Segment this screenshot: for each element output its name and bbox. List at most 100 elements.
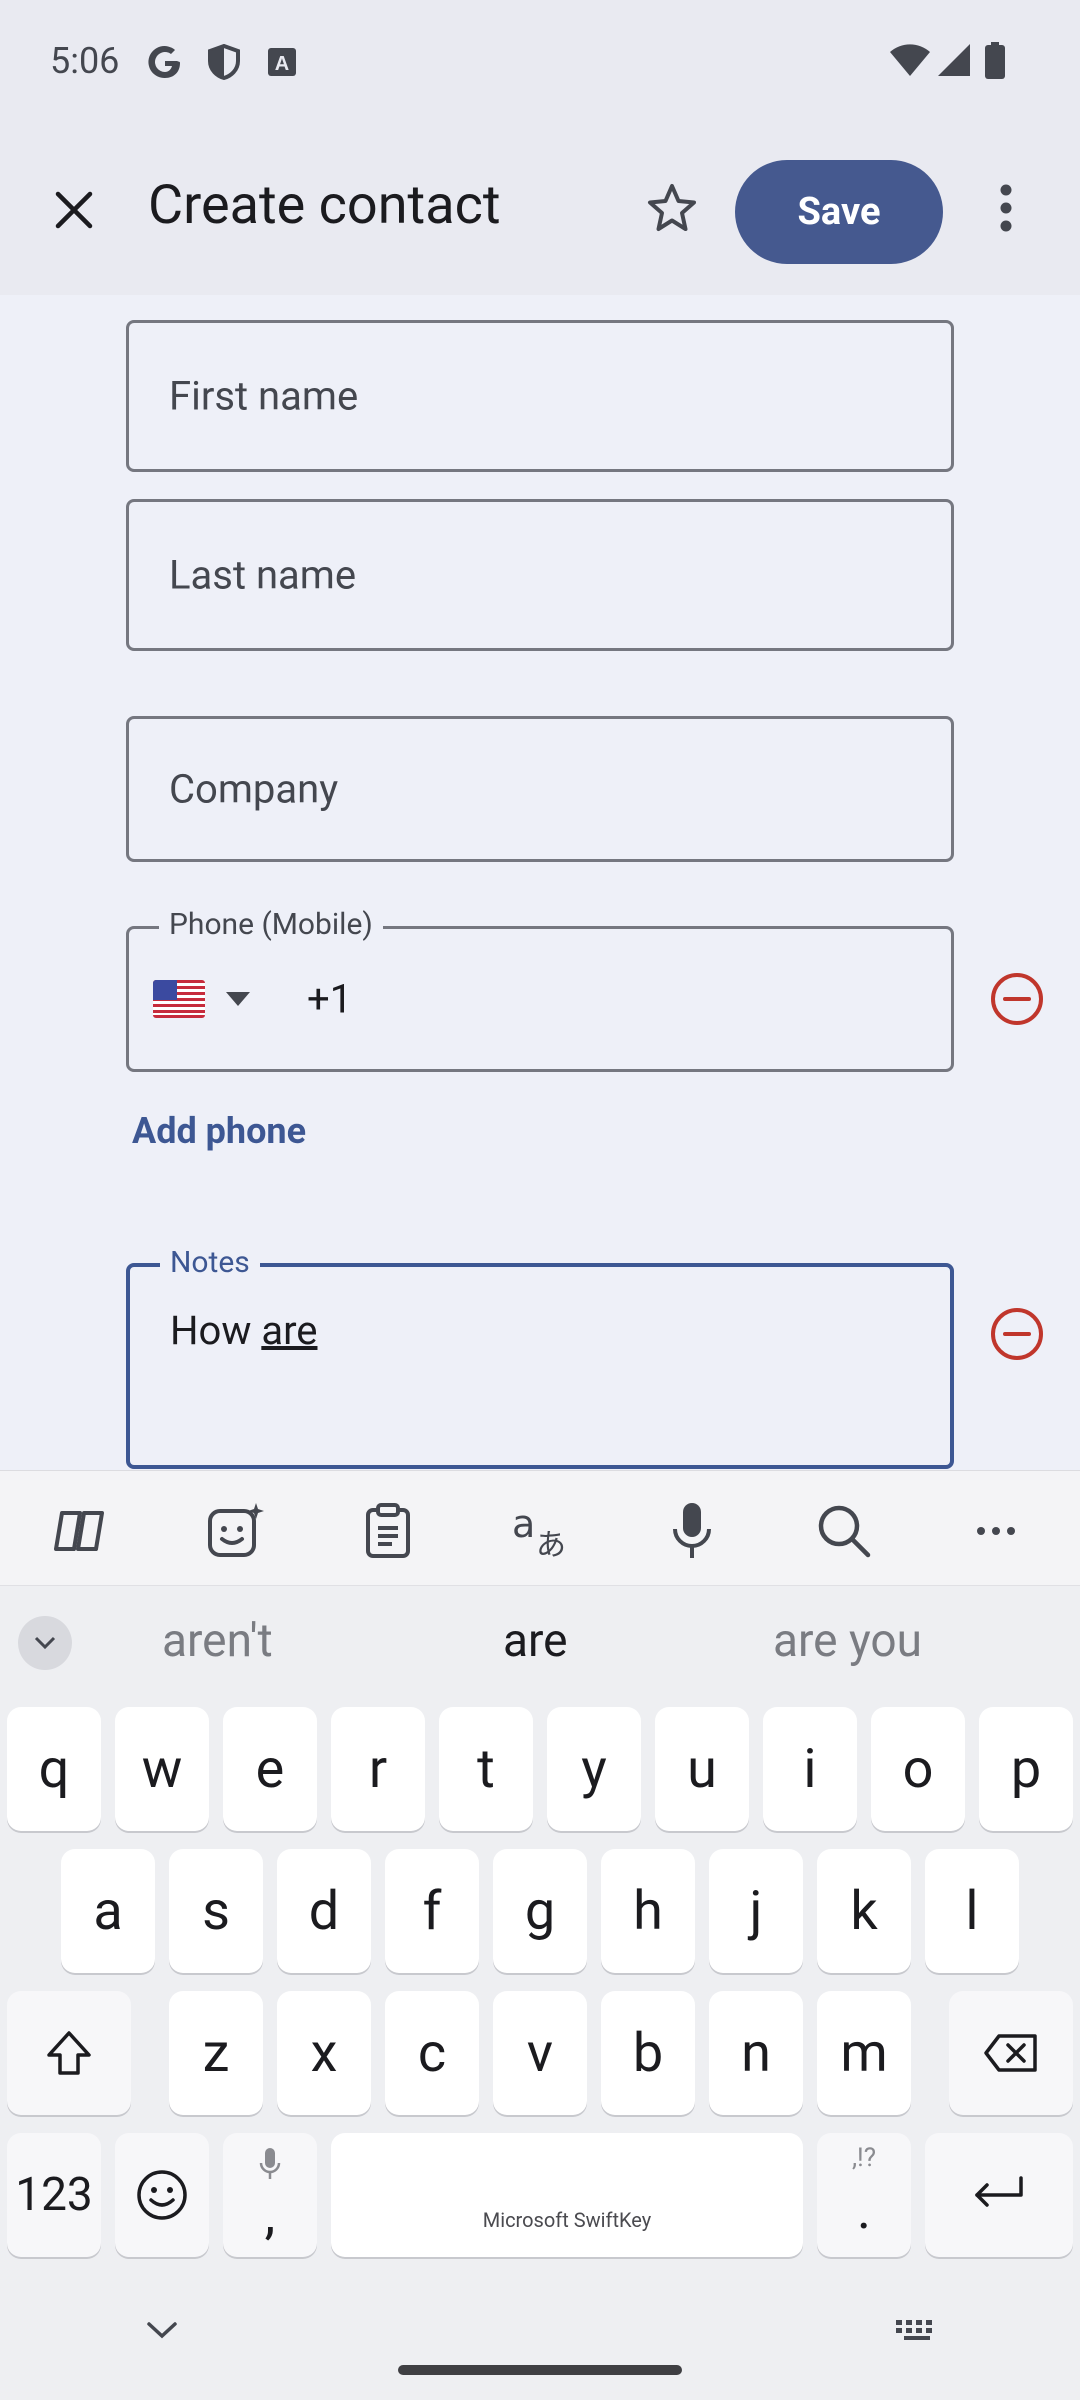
key-c[interactable]: c	[385, 1991, 479, 2115]
first-name-placeholder: First name	[169, 372, 359, 420]
key-d[interactable]: d	[277, 1849, 371, 1973]
key-k[interactable]: k	[817, 1849, 911, 1973]
backspace-icon	[984, 2034, 1037, 2072]
font-a-icon: A	[262, 42, 302, 82]
phone-prefix: +1	[307, 975, 353, 1023]
comma-key[interactable]: ,	[223, 2133, 317, 2257]
key-r[interactable]: r	[331, 1707, 425, 1831]
collapse-suggestions-button[interactable]	[18, 1616, 72, 1670]
company-placeholder: Company	[169, 765, 339, 813]
favorite-button[interactable]	[636, 172, 708, 244]
suggestion-right[interactable]: are you	[773, 1614, 922, 1668]
key-v[interactable]: v	[493, 1991, 587, 2115]
key-q[interactable]: q	[7, 1707, 101, 1831]
keyboard-toolbar: aあ	[0, 1470, 1080, 1585]
suggestion-center[interactable]: are	[503, 1614, 568, 1668]
svg-text:A: A	[275, 53, 289, 75]
space-key[interactable]: Microsoft SwiftKey	[331, 2133, 803, 2257]
notes-field-label: Notes	[160, 1245, 260, 1280]
suggestion-strip: aren't are are you	[0, 1585, 1080, 1705]
period-key[interactable]: ,!? .	[817, 2133, 911, 2257]
us-flag-icon	[153, 980, 205, 1018]
shift-icon	[47, 2031, 91, 2075]
shift-key[interactable]	[7, 1991, 131, 2115]
key-y[interactable]: y	[547, 1707, 641, 1831]
key-z[interactable]: z	[169, 1991, 263, 2115]
gesture-handle[interactable]	[398, 2365, 682, 2375]
notes-field[interactable]: Notes How are	[126, 1245, 954, 1469]
navigation-bar	[0, 2265, 1080, 2400]
status-time: 5:06	[50, 40, 120, 82]
period-label: .	[856, 2178, 872, 2242]
close-button[interactable]	[38, 174, 110, 246]
key-a[interactable]: a	[61, 1849, 155, 1973]
translate-icon[interactable]: aあ	[510, 1501, 570, 1561]
enter-key[interactable]	[925, 2133, 1073, 2257]
remove-phone-button[interactable]	[985, 967, 1049, 1031]
key-p[interactable]: p	[979, 1707, 1073, 1831]
phone-field-label: Phone (Mobile)	[159, 907, 383, 942]
battery-icon	[984, 42, 1006, 84]
key-t[interactable]: t	[439, 1707, 533, 1831]
top-app-bar: Create contact Save	[0, 130, 1080, 295]
key-m[interactable]: m	[817, 1991, 911, 2115]
wifi-icon	[888, 42, 932, 82]
key-u[interactable]: u	[655, 1707, 749, 1831]
key-g[interactable]: g	[493, 1849, 587, 1973]
sticker-icon[interactable]	[206, 1501, 266, 1561]
country-selector[interactable]	[153, 980, 251, 1018]
company-field[interactable]: Company	[126, 716, 954, 862]
save-button[interactable]: Save	[735, 160, 943, 264]
key-e[interactable]: e	[223, 1707, 317, 1831]
more-horiz-icon[interactable]	[966, 1501, 1026, 1561]
first-name-field[interactable]: First name	[126, 320, 954, 472]
notes-composing-word: are	[261, 1307, 318, 1354]
signal-icon	[936, 42, 972, 82]
add-phone-link[interactable]: Add phone	[132, 1110, 306, 1152]
hide-keyboard-button[interactable]	[140, 2315, 184, 2345]
copilot-icon[interactable]	[52, 1501, 112, 1561]
key-i[interactable]: i	[763, 1707, 857, 1831]
close-icon	[55, 191, 93, 229]
microphone-icon[interactable]	[662, 1501, 722, 1561]
google-icon	[145, 42, 185, 82]
suggestion-left[interactable]: aren't	[162, 1614, 273, 1668]
keyboard-icon	[896, 2320, 932, 2340]
key-j[interactable]: j	[709, 1849, 803, 1973]
keyboard-switch-button[interactable]	[893, 2315, 941, 2345]
backspace-key[interactable]	[949, 1991, 1073, 2115]
numbers-key[interactable]: 123	[7, 2133, 101, 2257]
remove-notes-button[interactable]	[985, 1302, 1049, 1366]
status-bar: 5:06 A	[0, 0, 1080, 130]
key-h[interactable]: h	[601, 1849, 695, 1973]
key-s[interactable]: s	[169, 1849, 263, 1973]
clipboard-icon[interactable]	[358, 1501, 418, 1561]
key-b[interactable]: b	[601, 1991, 695, 2115]
dropdown-arrow-icon	[226, 992, 250, 1006]
screen: 5:06 A Create contact Save First name La…	[0, 0, 1080, 2400]
search-icon[interactable]	[814, 1501, 874, 1561]
svg-text:a: a	[512, 1503, 535, 1546]
more-options-button[interactable]	[970, 172, 1042, 244]
emoji-key[interactable]	[115, 2133, 209, 2257]
star-icon	[648, 184, 696, 231]
key-l[interactable]: l	[925, 1849, 1019, 1973]
key-o[interactable]: o	[871, 1707, 965, 1831]
phone-field[interactable]: Phone (Mobile) +1	[126, 907, 954, 1072]
key-x[interactable]: x	[277, 1991, 371, 2115]
key-n[interactable]: n	[709, 1991, 803, 2115]
comma-label: ,	[264, 2183, 276, 2247]
more-vert-icon	[1000, 184, 1012, 232]
remove-circle-icon	[991, 973, 1043, 1025]
notes-value: How are	[170, 1307, 317, 1354]
enter-icon	[975, 2176, 1023, 2207]
key-w[interactable]: w	[115, 1707, 209, 1831]
notes-text: How	[170, 1307, 262, 1354]
key-f[interactable]: f	[385, 1849, 479, 1973]
chevron-down-icon	[147, 2322, 177, 2339]
mic-hint-icon	[259, 2148, 281, 2179]
last-name-field[interactable]: Last name	[126, 499, 954, 651]
page-title: Create contact	[148, 174, 501, 237]
chevron-down-icon	[34, 1636, 56, 1650]
period-hint: ,!?	[851, 2143, 877, 2173]
